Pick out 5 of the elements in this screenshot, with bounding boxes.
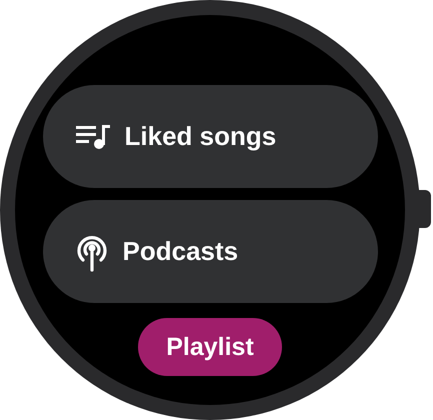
playlist-icon (74, 122, 110, 150)
menu-chip[interactable]: Podcasts (42, 200, 378, 303)
playlist-chip[interactable]: Playlist (138, 318, 282, 376)
menu-chip[interactable]: Liked songs (42, 85, 378, 188)
crown-button[interactable] (416, 190, 431, 228)
